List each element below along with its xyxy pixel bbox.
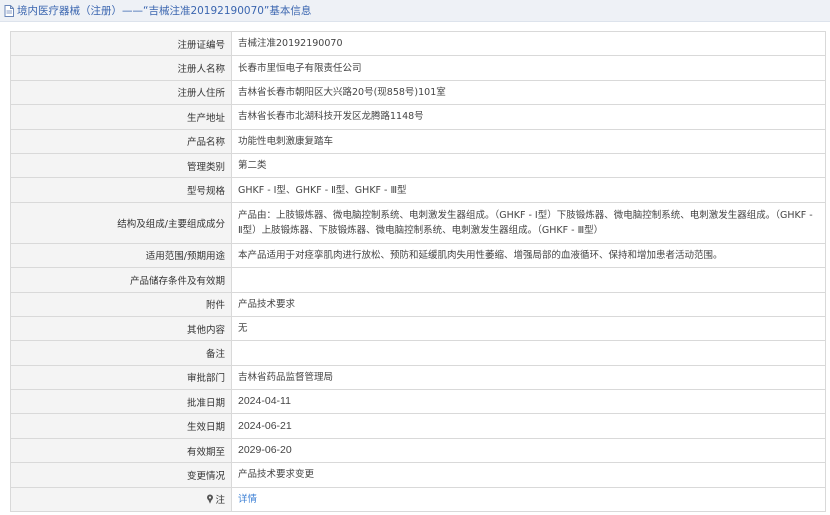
row-label: 生效日期	[10, 413, 232, 439]
registrant-address-value: 吉林省长春市朝阳区大兴路20号(现858号)101室	[231, 79, 826, 106]
table-row: 其他内容 无	[10, 315, 826, 342]
row-label: 变更情况	[10, 462, 232, 488]
table-row: 批准日期 2024-04-11	[10, 389, 826, 415]
row-label: 注册证编号	[10, 30, 232, 57]
page-header: 境内医疗器械（注册）——“吉械注准20192190070”基本信息	[0, 0, 830, 22]
effective-date-value: 2024-06-21	[231, 413, 826, 439]
row-label: 管理类别	[10, 152, 232, 179]
approval-date-value: 2024-04-11	[231, 389, 826, 415]
management-category-value: 第二类	[231, 152, 826, 179]
table-row: 管理类别 第二类	[10, 152, 826, 179]
device-info-table: 注册证编号 吉械注准20192190070 注册人名称 长春市里恒电子有限责任公…	[10, 30, 826, 513]
attachment-value: 产品技术要求	[231, 291, 826, 317]
table-row: 生效日期 2024-06-21	[10, 413, 826, 439]
intended-use-value: 本产品适用于对痉挛肌肉进行放松、预防和延缓肌肉失用性萎缩、增强局部的血液循环、保…	[231, 242, 826, 269]
row-label: 注	[215, 495, 225, 507]
structure-composition-value: 产品由：上肢锻炼器、微电脑控制系统、电刺激发生器组成。（GHKF - Ⅰ型）下肢…	[231, 201, 826, 244]
model-spec-value: GHKF - Ⅰ型、GHKF - Ⅱ型、GHKF - Ⅲ型	[231, 177, 826, 203]
table-row: 有效期至 2029-06-20	[10, 437, 826, 464]
row-label: 附件	[10, 291, 232, 317]
registration-number-value: 吉械注准20192190070	[231, 30, 826, 57]
row-label: 产品储存条件及有效期	[10, 267, 232, 293]
table-row: 产品储存条件及有效期	[10, 267, 826, 293]
table-row: 产品名称 功能性电刺激康复踏车	[10, 128, 826, 154]
production-address-value: 吉林省长春市北湖科技开发区龙腾路1148号	[231, 104, 826, 130]
table-row: 注册人名称 长春市里恒电子有限责任公司	[10, 55, 826, 81]
table-row: 变更情况 产品技术要求变更	[10, 462, 826, 488]
table-row: 审批部门 吉林省药品监督管理局	[10, 364, 826, 391]
row-label: 结构及组成/主要组成成分	[10, 201, 232, 244]
table-row: 附件 产品技术要求	[10, 291, 826, 317]
row-label: 备注	[10, 340, 232, 366]
table-row: 注册证编号 吉械注准20192190070	[10, 30, 826, 57]
table-row: 注册人住所 吉林省长春市朝阳区大兴路20号(现858号)101室	[10, 79, 826, 106]
table-row: 注 详情	[10, 486, 826, 513]
table-row: 生产地址 吉林省长春市北湖科技开发区龙腾路1148号	[10, 104, 826, 130]
product-name-value: 功能性电刺激康复踏车	[231, 128, 826, 154]
storage-validity-value	[231, 267, 826, 293]
row-label: 审批部门	[10, 364, 232, 391]
page-title: 境内医疗器械（注册）——“吉械注准20192190070”基本信息	[17, 5, 312, 17]
document-icon	[4, 4, 14, 17]
row-label: 其他内容	[10, 315, 232, 342]
table-row: 结构及组成/主要组成成分 产品由：上肢锻炼器、微电脑控制系统、电刺激发生器组成。…	[10, 201, 826, 244]
table-row: 适用范围/预期用途 本产品适用于对痉挛肌肉进行放松、预防和延缓肌肉失用性萎缩、增…	[10, 242, 826, 269]
change-status-value: 产品技术要求变更	[231, 462, 826, 488]
remarks-value	[231, 340, 826, 366]
note-label-cell: 注	[10, 486, 232, 513]
row-label: 注册人住所	[10, 79, 232, 106]
table-row: 备注	[10, 340, 826, 366]
row-label: 批准日期	[10, 389, 232, 415]
approval-department-value: 吉林省药品监督管理局	[231, 364, 826, 391]
table-row: 型号规格 GHKF - Ⅰ型、GHKF - Ⅱ型、GHKF - Ⅲ型	[10, 177, 826, 203]
expiry-date-value: 2029-06-20	[231, 437, 826, 464]
row-label: 适用范围/预期用途	[10, 242, 232, 269]
row-label: 有效期至	[10, 437, 232, 464]
row-label: 型号规格	[10, 177, 232, 203]
row-label: 产品名称	[10, 128, 232, 154]
other-content-value: 无	[231, 315, 826, 342]
row-label: 生产地址	[10, 104, 232, 130]
registrant-name-value: 长春市里恒电子有限责任公司	[231, 55, 826, 81]
details-link[interactable]: 详情	[238, 494, 257, 505]
row-label: 注册人名称	[10, 55, 232, 81]
pin-icon	[206, 494, 214, 505]
